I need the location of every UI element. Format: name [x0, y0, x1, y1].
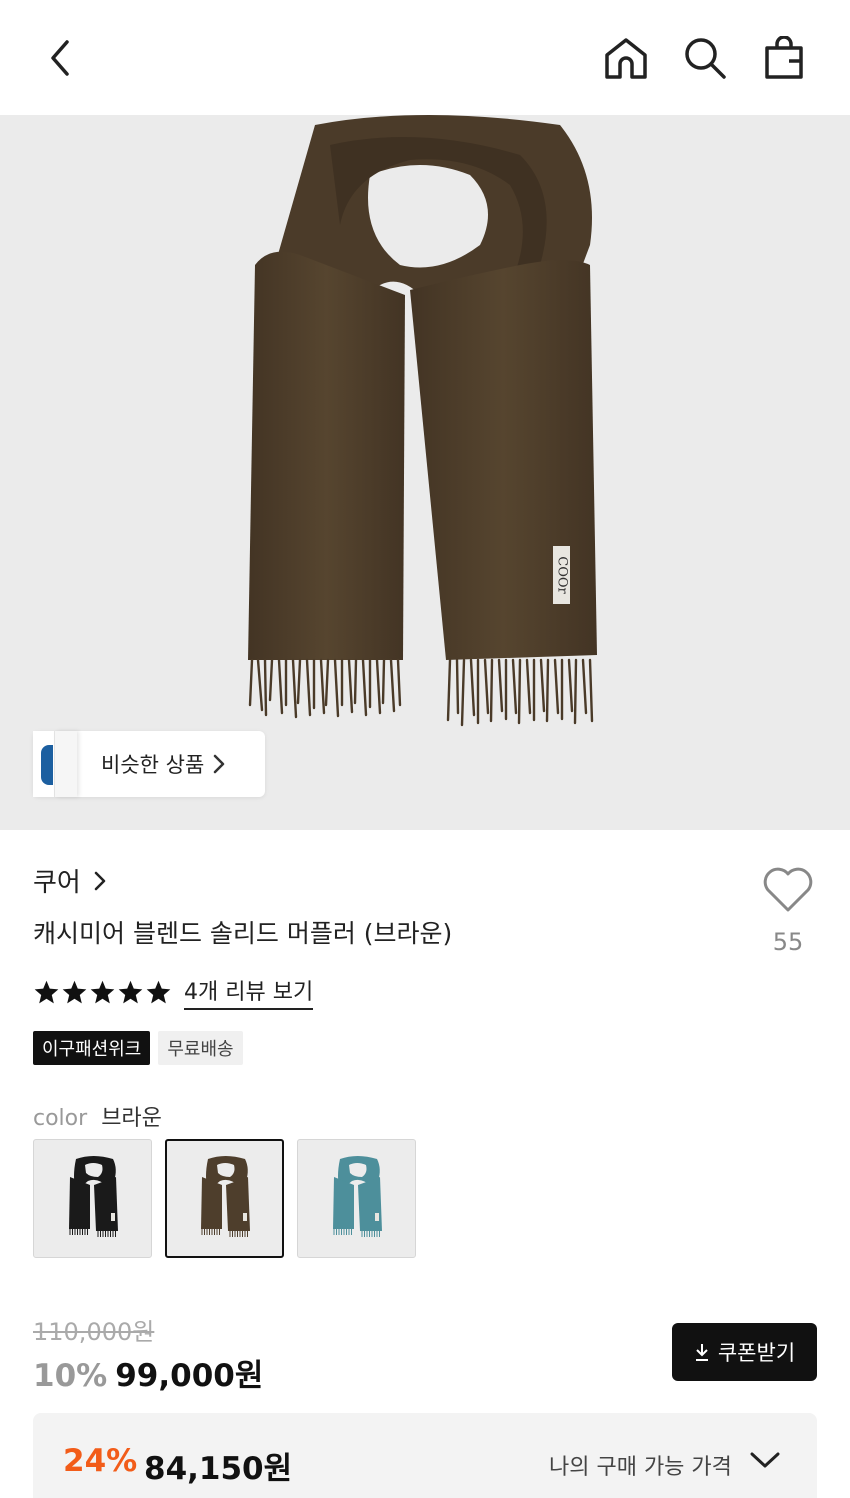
similar-thumbnail: [55, 731, 77, 797]
color-swatches: [33, 1139, 416, 1258]
scarf-image: COOr: [248, 115, 597, 727]
sale-price: 99,000원: [115, 1358, 264, 1394]
color-swatch[interactable]: [297, 1139, 416, 1258]
color-option-row: color 브라운: [33, 1100, 162, 1132]
coupon-button[interactable]: 쿠폰받기: [672, 1323, 817, 1381]
similar-thumbnails: [33, 731, 93, 797]
product-image[interactable]: COOr 비슷한 상품: [0, 115, 850, 830]
product-title: 캐시미어 블렌드 솔리드 머플러 (브라운): [33, 919, 453, 948]
search-button[interactable]: [677, 30, 733, 86]
heart-icon: [763, 867, 813, 912]
my-discount-percent: 24%: [63, 1443, 138, 1479]
sale-price-row: 10% 99,000원: [33, 1350, 263, 1395]
my-price: 84,150원: [144, 1451, 293, 1487]
shopping-bag-icon: [765, 36, 803, 79]
discount-percent: 10%: [33, 1358, 108, 1394]
badge-row: 이구패션위크 무료배송: [33, 1031, 243, 1065]
coupon-label: 쿠폰받기: [717, 1341, 796, 1365]
star-icon: [61, 979, 88, 1006]
like-button[interactable]: 55: [758, 866, 818, 956]
similar-thumbnail: [33, 731, 55, 797]
brand-name: 쿠어: [33, 868, 81, 898]
star-icon: [145, 979, 172, 1006]
download-icon: [694, 1342, 710, 1362]
chevron-right-icon: [93, 869, 107, 893]
my-price-label: 나의 구매 가능 가격: [549, 1455, 732, 1480]
selected-color: 브라운: [101, 1106, 162, 1131]
swatch-scarf: [332, 1156, 382, 1237]
similar-products-button[interactable]: 비슷한 상품: [33, 731, 265, 797]
chevron-right-icon: [212, 753, 226, 775]
event-badge: 이구패션위크: [33, 1031, 151, 1065]
swatch-scarf: [200, 1156, 250, 1237]
similar-products-label: 비슷한 상품: [101, 753, 205, 777]
brand-link[interactable]: 쿠어: [33, 862, 107, 899]
original-price: 110,000원: [33, 1318, 155, 1346]
home-icon: [605, 38, 647, 79]
star-icon: [33, 979, 60, 1006]
rating-row: 4개 리뷰 보기: [33, 974, 314, 1010]
search-icon: [685, 38, 726, 79]
color-label: color: [33, 1106, 88, 1131]
like-count: 55: [772, 928, 804, 956]
chevron-left-icon: [51, 40, 69, 76]
cart-button[interactable]: [756, 30, 812, 86]
color-swatch[interactable]: [165, 1139, 284, 1258]
back-button[interactable]: [32, 30, 88, 86]
swatch-scarf: [68, 1156, 118, 1237]
home-button[interactable]: [598, 30, 654, 86]
my-price-box[interactable]: 24% 84,150원 나의 구매 가능 가격: [33, 1413, 817, 1498]
color-swatch[interactable]: [33, 1139, 152, 1258]
review-link[interactable]: 4개 리뷰 보기: [184, 974, 314, 1010]
scarf-tag-text: COOr: [555, 556, 570, 594]
star-icon: [117, 979, 144, 1006]
star-icon: [89, 979, 116, 1006]
star-rating: [33, 979, 172, 1006]
chevron-down-icon[interactable]: [749, 1451, 781, 1469]
free-shipping-badge: 무료배송: [158, 1031, 243, 1065]
top-app-bar: [0, 0, 850, 115]
